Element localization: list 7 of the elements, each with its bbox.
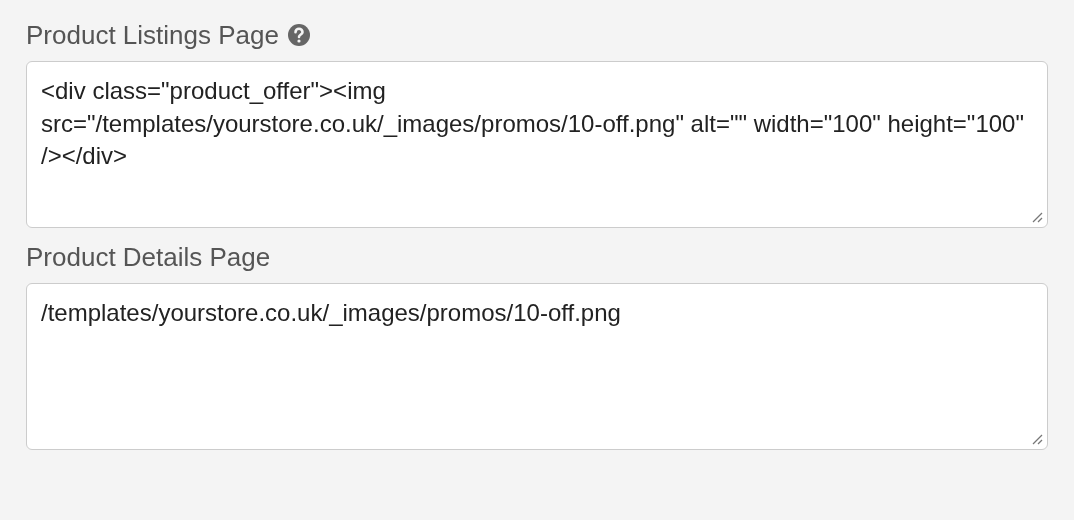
resize-grip-icon[interactable] <box>1031 433 1043 445</box>
resize-grip-icon[interactable] <box>1031 211 1043 223</box>
text-area-field[interactable]: <div class="product_offer"><img src="/templates/yourstore.co.uk/_images/promos/10-off.png" alt="" width="100" height="100" /></div> <box>26 61 1048 228</box>
field-label: Product Details Page <box>26 241 271 274</box>
text-area-field[interactable]: /templates/yourstore.co.uk/_images/promos/10-off.png <box>26 283 1048 450</box>
field-label: Product Listings Page <box>26 19 279 52</box>
help-icon[interactable] <box>286 23 311 47</box>
